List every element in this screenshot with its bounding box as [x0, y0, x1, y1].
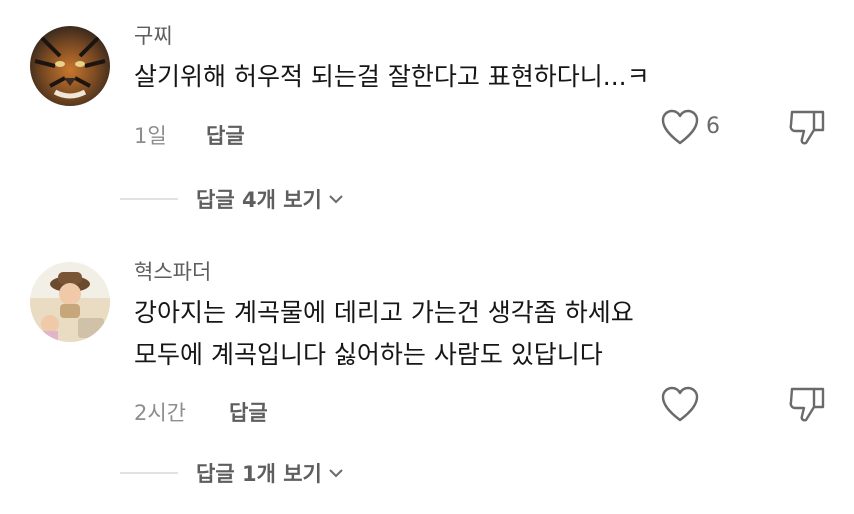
- view-replies-label: 답글 1개 보기: [196, 462, 322, 486]
- comment-username[interactable]: 혁스파더: [134, 256, 211, 286]
- comment-time: 2시간: [134, 401, 187, 425]
- divider-line: [120, 472, 178, 474]
- heart-outline-icon: [661, 386, 699, 422]
- reply-button[interactable]: 답글: [229, 397, 268, 427]
- user-avatar[interactable]: [30, 262, 110, 342]
- child-photo-avatar-icon: [30, 262, 110, 342]
- dislike-button[interactable]: [786, 383, 828, 425]
- like-button[interactable]: [660, 385, 700, 423]
- comment-text-line: 모두에 계곡입니다 싫어하는 사람도 있답니다: [134, 340, 603, 369]
- thumbs-down-outline-icon: [789, 387, 825, 422]
- comment-item: 혁스파더 강아지는 계곡물에 데리고 가는건 생각좀 하세요 모두에 계곡입니다…: [0, 0, 854, 514]
- chevron-down-icon: [329, 469, 343, 478]
- view-replies-button[interactable]: 답글 1개 보기: [120, 458, 344, 488]
- comment-text-line: 강아지는 계곡물에 데리고 가는건 생각좀 하세요: [134, 298, 634, 327]
